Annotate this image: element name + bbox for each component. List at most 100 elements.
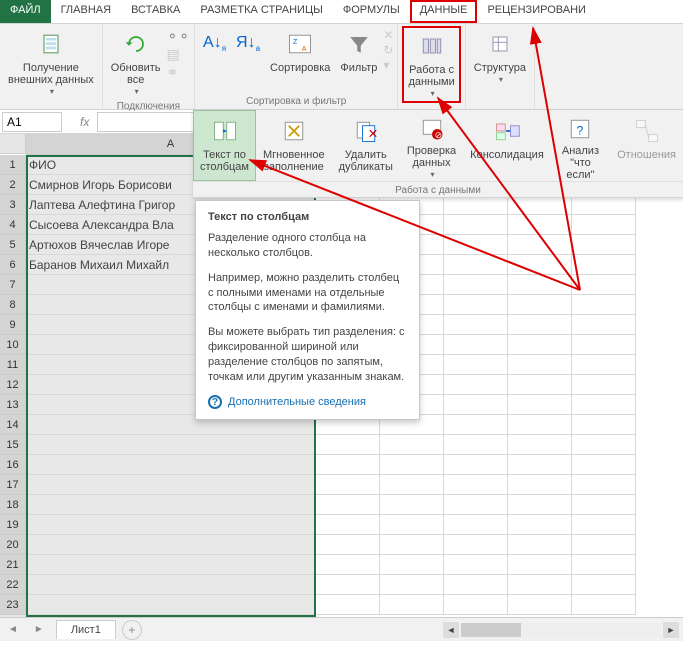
name-box[interactable] <box>2 112 62 132</box>
row-header[interactable]: 10 <box>0 335 26 355</box>
cell[interactable] <box>26 515 316 535</box>
cell[interactable] <box>444 235 508 255</box>
cell[interactable] <box>572 475 636 495</box>
row-header[interactable]: 21 <box>0 555 26 575</box>
select-all-corner[interactable] <box>0 134 26 154</box>
what-if-button[interactable]: ? Анализ "что если" <box>551 110 610 181</box>
cell[interactable] <box>508 215 572 235</box>
cell[interactable] <box>572 415 636 435</box>
cell[interactable] <box>572 535 636 555</box>
cell[interactable] <box>508 315 572 335</box>
tab-page-layout[interactable]: РАЗМЕТКА СТРАНИЦЫ <box>190 0 332 23</box>
row-header[interactable]: 9 <box>0 315 26 335</box>
cell[interactable] <box>380 455 444 475</box>
cell[interactable] <box>444 535 508 555</box>
cell[interactable] <box>26 495 316 515</box>
cell[interactable] <box>316 495 380 515</box>
scroll-thumb[interactable] <box>461 623 521 637</box>
cell[interactable] <box>572 215 636 235</box>
outline-button[interactable]: Структура <box>470 26 530 87</box>
cell[interactable] <box>572 595 636 615</box>
flash-fill-button[interactable]: Мгновенное заполнение <box>256 110 332 181</box>
cell[interactable] <box>26 455 316 475</box>
cell[interactable] <box>444 275 508 295</box>
tab-file[interactable]: ФАЙЛ <box>0 0 51 23</box>
cell[interactable] <box>316 455 380 475</box>
cell[interactable] <box>508 495 572 515</box>
cell[interactable] <box>444 575 508 595</box>
cell[interactable] <box>572 495 636 515</box>
horizontal-scrollbar[interactable]: ◄ ► <box>142 622 683 638</box>
cell[interactable] <box>444 375 508 395</box>
cell[interactable] <box>380 435 444 455</box>
cell[interactable] <box>508 195 572 215</box>
cell[interactable] <box>316 435 380 455</box>
properties-icon[interactable]: ▤ <box>167 46 190 63</box>
cell[interactable] <box>444 455 508 475</box>
filter-button[interactable]: Фильтр <box>336 26 381 76</box>
sort-asc-button[interactable]: A↓я <box>199 26 230 56</box>
cell[interactable] <box>444 215 508 235</box>
row-header[interactable]: 14 <box>0 415 26 435</box>
tab-data[interactable]: ДАННЫЕ <box>410 0 478 23</box>
cell[interactable] <box>508 235 572 255</box>
cell[interactable] <box>444 395 508 415</box>
cell[interactable] <box>380 515 444 535</box>
cell[interactable] <box>444 255 508 275</box>
cell[interactable] <box>26 435 316 455</box>
tab-insert[interactable]: ВСТАВКА <box>121 0 190 23</box>
data-validation-button[interactable]: ⊘ Проверка данных <box>400 110 463 181</box>
cell[interactable] <box>316 475 380 495</box>
tab-home[interactable]: ГЛАВНАЯ <box>51 0 121 23</box>
cell[interactable] <box>508 395 572 415</box>
row-header[interactable]: 5 <box>0 235 26 255</box>
edit-links-icon[interactable]: ⚭ <box>167 64 190 81</box>
cell[interactable] <box>508 255 572 275</box>
cell[interactable] <box>444 295 508 315</box>
cell[interactable] <box>26 595 316 615</box>
row-header[interactable]: 4 <box>0 215 26 235</box>
cell[interactable] <box>572 195 636 215</box>
cell[interactable] <box>572 515 636 535</box>
cell[interactable] <box>444 355 508 375</box>
row-header[interactable]: 15 <box>0 435 26 455</box>
cell[interactable] <box>444 315 508 335</box>
cell[interactable] <box>380 495 444 515</box>
cell[interactable] <box>572 555 636 575</box>
row-header[interactable]: 11 <box>0 355 26 375</box>
row-header[interactable]: 8 <box>0 295 26 315</box>
data-tools-button[interactable]: Работа с данными <box>402 26 460 103</box>
cell[interactable] <box>508 475 572 495</box>
cell[interactable] <box>508 455 572 475</box>
clear-filter-icon[interactable]: ✕ <box>383 28 393 42</box>
cell[interactable] <box>380 595 444 615</box>
cell[interactable] <box>380 535 444 555</box>
cell[interactable] <box>444 415 508 435</box>
row-header[interactable]: 18 <box>0 495 26 515</box>
get-external-data-button[interactable]: Получение внешних данных <box>4 26 98 99</box>
cell[interactable] <box>444 515 508 535</box>
cell[interactable] <box>316 535 380 555</box>
row-header[interactable]: 6 <box>0 255 26 275</box>
cell[interactable] <box>508 275 572 295</box>
cell[interactable] <box>444 595 508 615</box>
tooltip-more-link[interactable]: ? Дополнительные сведения <box>208 395 407 409</box>
cell[interactable] <box>316 515 380 535</box>
sheet-add-button[interactable]: + <box>122 620 142 640</box>
sheet-nav-prev[interactable]: ◄ <box>0 624 26 635</box>
cell[interactable] <box>572 295 636 315</box>
cell[interactable] <box>380 475 444 495</box>
relationships-button[interactable]: Отношения <box>610 110 683 181</box>
cell[interactable] <box>572 275 636 295</box>
cell[interactable] <box>380 575 444 595</box>
row-header[interactable]: 2 <box>0 175 26 195</box>
cell[interactable] <box>508 415 572 435</box>
row-header[interactable]: 23 <box>0 595 26 615</box>
cell[interactable] <box>26 475 316 495</box>
remove-duplicates-button[interactable]: ✕ Удалить дубликаты <box>332 110 400 181</box>
cell[interactable] <box>508 335 572 355</box>
cell[interactable] <box>508 535 572 555</box>
row-header[interactable]: 12 <box>0 375 26 395</box>
cell[interactable] <box>444 195 508 215</box>
row-header[interactable]: 17 <box>0 475 26 495</box>
